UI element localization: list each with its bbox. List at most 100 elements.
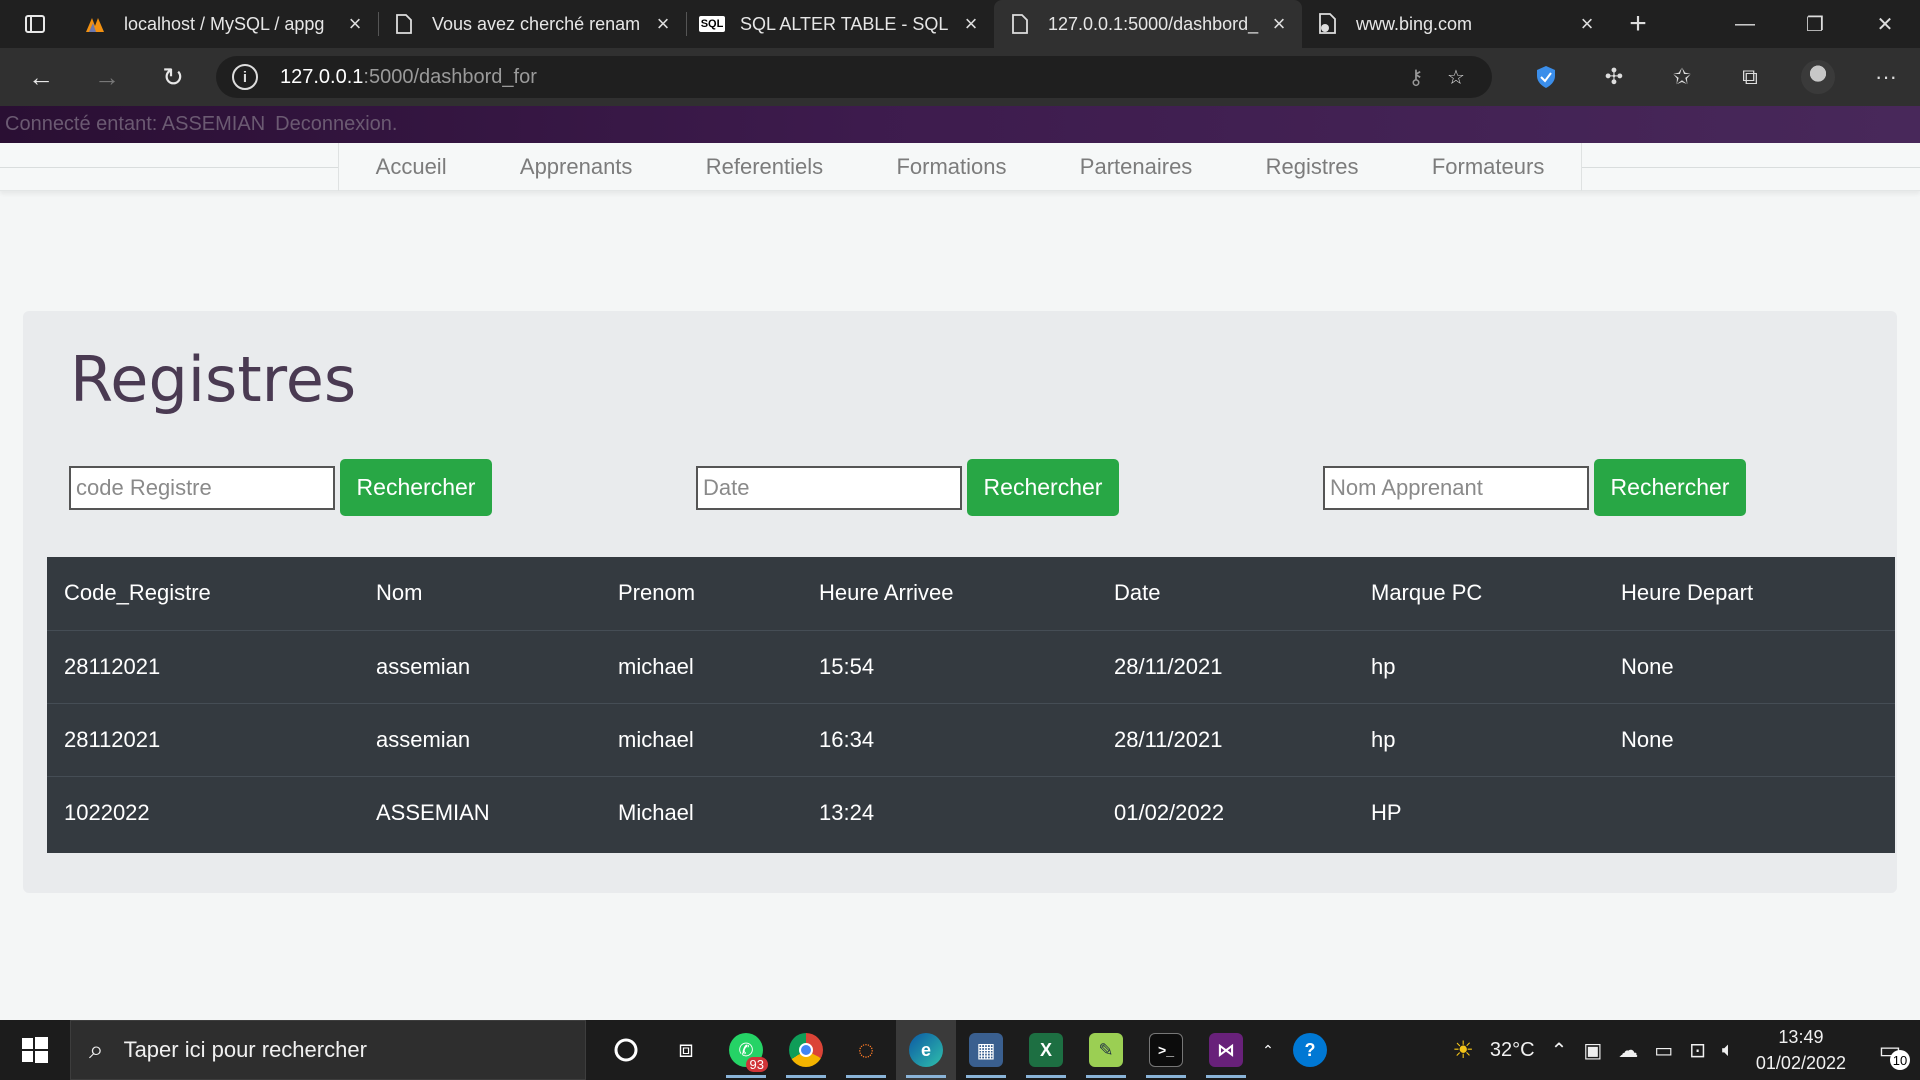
- taskbar-excel[interactable]: X: [1016, 1020, 1076, 1080]
- visual-studio-icon: ⋈: [1209, 1033, 1243, 1067]
- key-icon[interactable]: ⚷: [1396, 65, 1436, 90]
- close-icon[interactable]: ×: [1268, 11, 1290, 37]
- network-icon[interactable]: ⊡: [1689, 1038, 1706, 1063]
- weather-temp[interactable]: 32°C: [1490, 1039, 1535, 1062]
- refresh-icon: ↻: [162, 61, 184, 92]
- avatar: [1801, 60, 1835, 94]
- close-icon[interactable]: ×: [652, 11, 674, 37]
- close-icon[interactable]: ×: [344, 11, 366, 37]
- table-cell: assemian: [359, 703, 601, 777]
- close-window-button[interactable]: ✕: [1850, 0, 1920, 48]
- taskbar-notepadpp[interactable]: ✎: [1076, 1020, 1136, 1080]
- onedrive-cloud-icon[interactable]: ☁: [1618, 1038, 1638, 1063]
- search-name-group: Rechercher: [1323, 459, 1746, 516]
- table-cell: 15:54: [802, 630, 1097, 704]
- address-bar[interactable]: i 127.0.0.1:5000/dashbord_for ⚷ ☆: [216, 56, 1492, 98]
- tab-title: www.bing.com: [1356, 13, 1473, 34]
- forward-arrow-icon: →: [94, 61, 120, 92]
- nom-apprenant-input[interactable]: [1323, 465, 1589, 510]
- taskbar-visual-studio[interactable]: ⋈: [1196, 1020, 1256, 1080]
- tab-sql-alter-table[interactable]: SQL SQL ALTER TABLE - SQL ×: [686, 0, 994, 48]
- nav-item-apprenants[interactable]: Apprenants: [520, 154, 633, 180]
- cortana-button[interactable]: [596, 1020, 656, 1080]
- nav-item-partenaires[interactable]: Partenaires: [1080, 154, 1193, 180]
- bing-page-icon: [1316, 12, 1340, 36]
- meet-now-icon[interactable]: ▣: [1583, 1038, 1602, 1063]
- table-cell: [1604, 776, 1895, 849]
- tab-bing[interactable]: www.bing.com ×: [1302, 0, 1610, 48]
- table-cell: ASSEMIAN: [376, 799, 490, 825]
- search-code-group: Rechercher: [69, 459, 492, 516]
- taskbar-search[interactable]: ⌕ Taper ici pour rechercher: [70, 1020, 586, 1080]
- back-button[interactable]: ←: [8, 48, 74, 106]
- date-input[interactable]: [696, 465, 962, 510]
- add-favorite-icon[interactable]: ☆: [1436, 65, 1476, 90]
- close-icon[interactable]: ×: [960, 11, 982, 37]
- new-tab-button[interactable]: +: [1610, 0, 1666, 48]
- tab-actions-icon: [25, 15, 45, 33]
- tab-actions-button[interactable]: [0, 0, 70, 48]
- clock[interactable]: 13:49 01/02/2022: [1756, 1024, 1846, 1076]
- favorites-button[interactable]: ✩: [1648, 48, 1716, 106]
- close-icon[interactable]: ×: [1576, 11, 1598, 37]
- battery-icon[interactable]: ▭: [1654, 1038, 1673, 1063]
- chevron-up-icon[interactable]: ⌃: [1551, 1038, 1568, 1063]
- restore-button[interactable]: ❐: [1780, 0, 1850, 48]
- refresh-button[interactable]: ↻: [140, 48, 206, 106]
- url-host: 127.0.0.1: [280, 65, 364, 88]
- column-header: Heure Depart: [1604, 557, 1895, 631]
- nav-divider: [0, 167, 338, 168]
- nav-item-referentiels[interactable]: Referentiels: [706, 154, 823, 180]
- search-date-button[interactable]: Rechercher: [967, 459, 1119, 516]
- table-cell: hp: [1354, 630, 1604, 704]
- url-text[interactable]: 127.0.0.1:5000/dashbord_for: [280, 66, 1396, 89]
- taskbar-jupyter[interactable]: ◌: [836, 1020, 896, 1080]
- nav-item-formations[interactable]: Formations: [896, 154, 1006, 180]
- table-header-row: Code_Registre Nom Prenom Heure Arrivee D…: [47, 557, 1895, 631]
- table-row: 28112021 assemian michael 16:34 28/11/20…: [47, 703, 1895, 777]
- forward-button[interactable]: →: [74, 48, 140, 106]
- nav-item-accueil[interactable]: Accueil: [376, 154, 447, 180]
- search-code-button[interactable]: Rechercher: [340, 459, 492, 516]
- site-info-icon[interactable]: i: [232, 64, 258, 90]
- taskbar-whatsapp[interactable]: ✆ 93: [716, 1020, 776, 1080]
- tab-dashboard[interactable]: 127.0.0.1:5000/dashbord_ ×: [994, 0, 1302, 48]
- code-registre-input[interactable]: [69, 465, 335, 510]
- search-name-button[interactable]: Rechercher: [1594, 459, 1746, 516]
- table-cell: assemian: [359, 630, 601, 704]
- browser-toolbar: ← → ↻ i 127.0.0.1:5000/dashbord_for ⚷ ☆ …: [0, 48, 1920, 106]
- tab-search-results[interactable]: Vous avez cherché renam ×: [378, 0, 686, 48]
- column-header: Prenom: [601, 557, 802, 631]
- volume-icon[interactable]: 🔈︎: [1722, 1039, 1734, 1062]
- start-button[interactable]: [0, 1020, 70, 1080]
- table-cell: 28112021: [47, 703, 359, 777]
- notifications-button[interactable]: ▭ 10: [1868, 1028, 1912, 1072]
- tab-phpmyadmin[interactable]: localhost / MySQL / appg ×: [70, 0, 378, 48]
- collections-button[interactable]: ⧉: [1716, 48, 1784, 106]
- sql-icon: SQL: [698, 16, 726, 32]
- settings-menu-button[interactable]: ···: [1852, 48, 1920, 106]
- taskbar-terminal[interactable]: >_: [1136, 1020, 1196, 1080]
- nav-item-registres[interactable]: Registres: [1266, 154, 1359, 180]
- extension-shield-button[interactable]: [1512, 48, 1580, 106]
- profile-button[interactable]: [1784, 48, 1852, 106]
- extensions-button[interactable]: ✣: [1580, 48, 1648, 106]
- table-cell: 13:24: [819, 799, 875, 825]
- taskbar-overflow[interactable]: ⌃: [1256, 1020, 1280, 1080]
- whatsapp-badge: 93: [745, 1057, 768, 1072]
- calculator-icon: ▦: [969, 1033, 1003, 1067]
- notepad-plus-plus-icon: ✎: [1089, 1033, 1123, 1067]
- notification-count: 10: [1890, 1050, 1910, 1070]
- clock-time: 13:49: [1778, 1027, 1824, 1047]
- nav-items: Accueil Apprenants Referentiels Formatio…: [338, 143, 1582, 191]
- nav-item-formateurs[interactable]: Formateurs: [1432, 154, 1544, 180]
- minimize-button[interactable]: —: [1710, 0, 1780, 48]
- help-button[interactable]: ?: [1280, 1020, 1340, 1080]
- logout-link[interactable]: Deconnexion.: [275, 113, 397, 136]
- weather-icon[interactable]: ☀: [1452, 1036, 1474, 1065]
- taskbar-calculator[interactable]: ▦: [956, 1020, 1016, 1080]
- task-view-button[interactable]: ⧈: [656, 1020, 716, 1080]
- restore-icon: ❐: [1806, 13, 1824, 36]
- taskbar-edge[interactable]: e: [896, 1020, 956, 1080]
- taskbar-chrome[interactable]: [776, 1020, 836, 1080]
